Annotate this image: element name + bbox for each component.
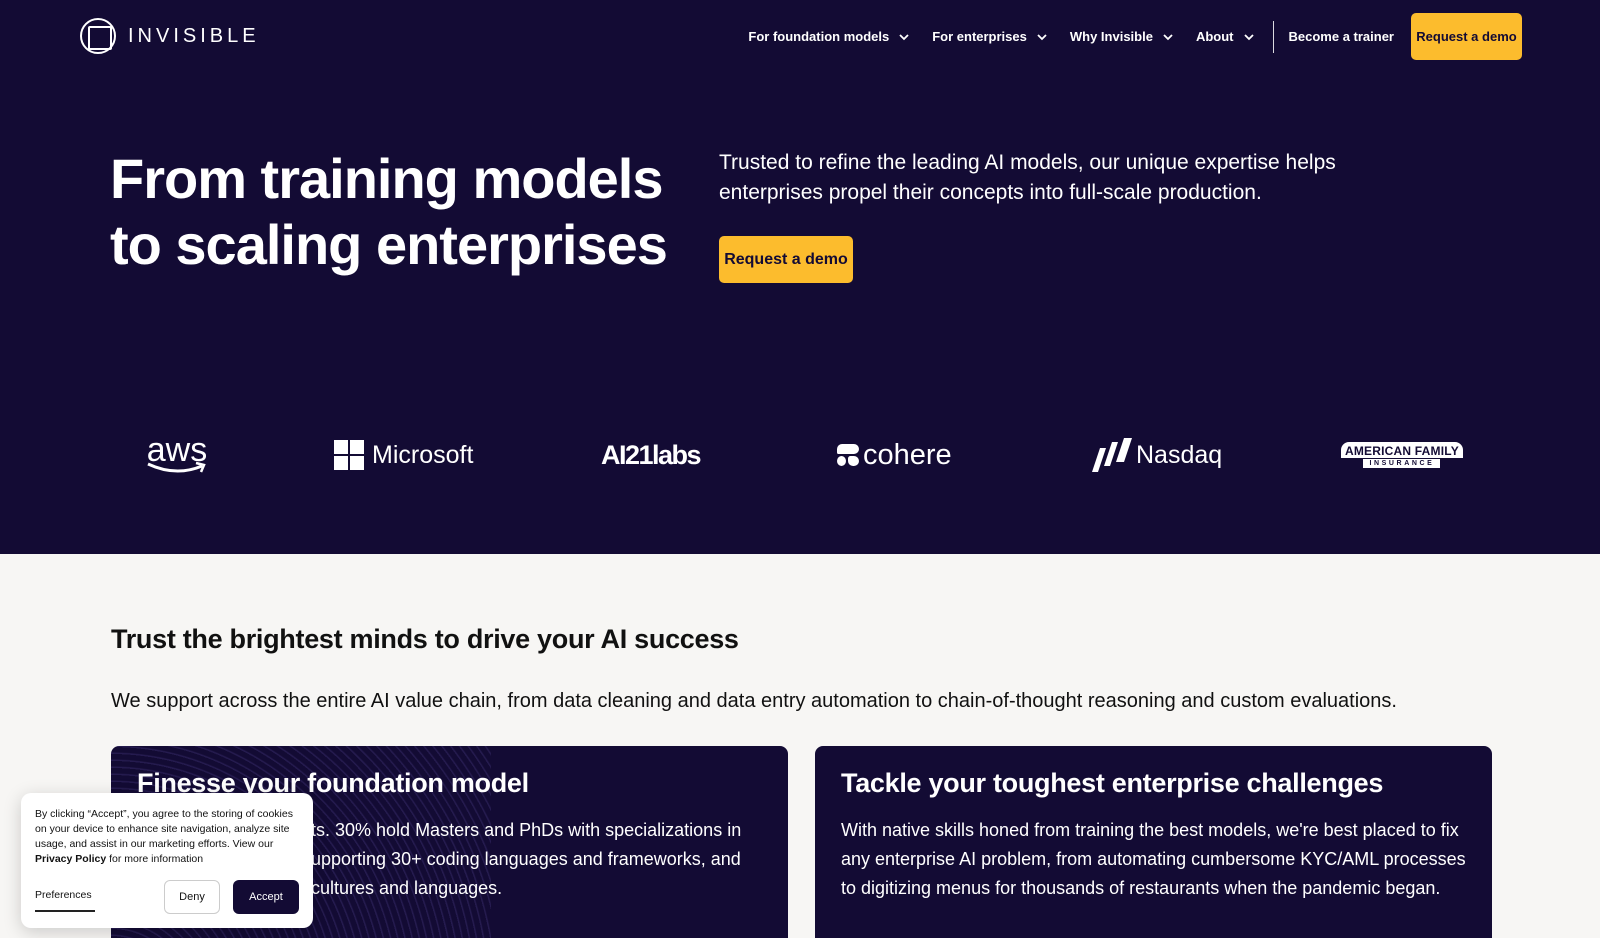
hero-request-demo-button[interactable]: Request a demo xyxy=(719,236,853,283)
deny-button[interactable]: Deny xyxy=(164,880,220,914)
accept-button[interactable]: Accept xyxy=(233,880,299,914)
privacy-policy-link[interactable]: Privacy Policy xyxy=(35,853,106,865)
ai21labs-logo: AI21labs xyxy=(601,420,702,490)
nasdaq-logo: Nasdaq xyxy=(1092,420,1222,490)
nav-item-label: For enterprises xyxy=(932,29,1027,44)
chevron-down-icon xyxy=(1037,33,1047,40)
cohere-logo: cohere xyxy=(837,420,952,490)
brand-name: INVISIBLE xyxy=(128,24,260,47)
microsoft-logo: Microsoft xyxy=(334,420,473,490)
become-trainer-link[interactable]: Become a trainer xyxy=(1289,29,1395,44)
card-body: With native skills honed from training t… xyxy=(841,820,1466,898)
brand-logo[interactable]: INVISIBLE xyxy=(80,18,260,54)
nasdaq-mark-icon xyxy=(1092,438,1132,472)
hero-subtitle: Trusted to refine the leading AI models,… xyxy=(719,151,1336,204)
cohere-logo-text: cohere xyxy=(863,438,952,471)
nav-request-demo-button[interactable]: Request a demo xyxy=(1411,13,1522,60)
aws-logo: aws xyxy=(146,420,208,490)
hero-title-line2: to scaling enterprises xyxy=(110,213,668,276)
preferences-link[interactable]: Preferences xyxy=(35,889,95,912)
nav-item-about[interactable]: About xyxy=(1196,29,1255,44)
microsoft-logo-text: Microsoft xyxy=(372,440,474,469)
logo-mark-icon xyxy=(80,18,116,54)
nav-item-enterprises[interactable]: For enterprises xyxy=(932,29,1048,44)
cohere-mark-icon xyxy=(837,444,859,466)
cookie-banner: By clicking “Accept”, you agree to the s… xyxy=(21,793,313,928)
amfam-logo-bottom: INSURANCE xyxy=(1363,459,1441,468)
chevron-down-icon xyxy=(899,33,909,40)
hero-section: INVISIBLE For foundation models For ente… xyxy=(0,0,1600,554)
nav-item-why-invisible[interactable]: Why Invisible xyxy=(1070,29,1174,44)
card-body: ts. 30% hold Masters and PhDs with speci… xyxy=(311,820,742,898)
nav-item-label: About xyxy=(1195,29,1234,44)
ai21labs-logo-text: AI21labs xyxy=(601,439,702,470)
nasdaq-logo-text: Nasdaq xyxy=(1136,440,1223,469)
cookie-text-after: for more information xyxy=(106,853,204,865)
client-logos: aws Microsoft AI21labs cohere Nasdaq AME… xyxy=(0,420,1600,490)
aws-smile-icon xyxy=(147,461,206,473)
american-family-logo: AMERICAN FAMILY INSURANCE xyxy=(1341,420,1463,490)
nav-item-label: For foundation models xyxy=(748,29,890,44)
cookie-text: By clicking “Accept”, you agree to the s… xyxy=(35,807,305,867)
main-nav: For foundation models For enterprises Wh… xyxy=(726,13,1522,60)
card-title: Tackle your toughest enterprise challeng… xyxy=(841,768,1384,798)
hero-title-line1: From training models xyxy=(110,147,663,210)
hero-title: From training models to scaling enterpri… xyxy=(110,146,668,278)
microsoft-grid-icon xyxy=(334,440,364,470)
nav-item-label: Why Invisible xyxy=(1069,29,1153,44)
nav-item-foundation-models[interactable]: For foundation models xyxy=(748,29,910,44)
section-title: Trust the brightest minds to drive your … xyxy=(111,624,739,654)
chevron-down-icon xyxy=(1243,33,1254,40)
cookie-text-before: By clicking “Accept”, you agree to the s… xyxy=(35,808,293,850)
nav-divider xyxy=(1272,20,1274,53)
chevron-down-icon xyxy=(1163,33,1173,40)
enterprise-card[interactable]: Tackle your toughest enterprise challeng… xyxy=(815,746,1492,938)
amfam-logo-top: AMERICAN FAMILY xyxy=(1341,442,1463,458)
section-text: We support across the entire AI value ch… xyxy=(111,690,1397,712)
